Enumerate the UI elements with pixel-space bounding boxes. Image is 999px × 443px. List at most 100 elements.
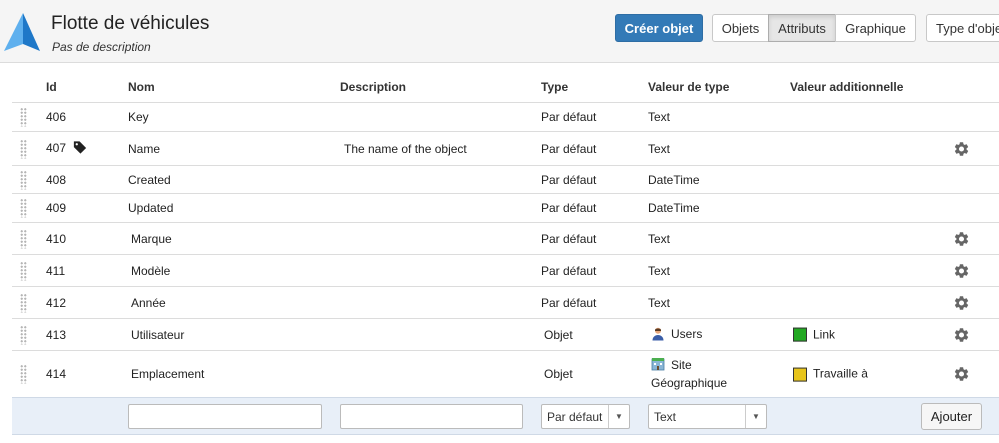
chevron-down-icon: ▼: [608, 405, 629, 428]
attribute-name: Updated: [128, 201, 174, 215]
color-swatch: [793, 327, 807, 342]
column-header-type-value: Valeur de type: [648, 80, 730, 94]
attribute-name: Année: [131, 295, 166, 310]
attribute-id-text: 410: [46, 231, 67, 246]
attribute-id-text: 414: [46, 367, 67, 381]
attribute-id: 412: [46, 296, 66, 310]
attribute-id: 414: [46, 367, 66, 381]
attribute-type-value: Text: [648, 263, 671, 278]
table-row[interactable]: 410 Marque Par défaut Text: [12, 222, 999, 254]
attribute-type: Objet: [544, 367, 573, 381]
attribute-type: Objet: [544, 327, 573, 342]
page-subtitle: Pas de description: [52, 40, 151, 54]
drag-handle-icon[interactable]: [20, 293, 27, 312]
attribute-id-text: 413: [46, 327, 67, 342]
app-logo-icon: [4, 13, 40, 51]
table-row[interactable]: 414 Emplacement Objet Site Géographique Trav…: [12, 350, 999, 397]
gear-icon[interactable]: [953, 140, 970, 157]
gear-icon[interactable]: [953, 262, 970, 279]
add-attribute-row: Par défaut ▼ Text ▼ Ajouter: [12, 397, 999, 435]
attribute-type: Par défaut: [541, 295, 597, 310]
attribute-additional-value: Travaille à: [793, 367, 868, 382]
attribute-type-value: Text: [648, 110, 671, 124]
tab-attributes[interactable]: Attributs: [768, 14, 836, 42]
column-header-id: Id: [46, 80, 57, 94]
create-object-button[interactable]: Créer objet: [615, 14, 703, 42]
attribute-type-value: DateTime: [648, 172, 700, 187]
attribute-type: Par défaut: [541, 110, 597, 124]
drag-handle-icon[interactable]: [20, 139, 27, 158]
attribute-id: 410: [46, 232, 66, 246]
drag-handle-icon[interactable]: [20, 107, 27, 127]
attribute-type: Par défaut: [541, 201, 597, 215]
column-header-description: Description: [340, 80, 407, 94]
drag-handle-icon[interactable]: [20, 261, 27, 280]
attribute-type: Par défaut: [541, 263, 597, 278]
chevron-down-icon: ▼: [745, 405, 766, 428]
new-attribute-name-input[interactable]: [128, 404, 322, 429]
attribute-additional-value: Link: [793, 327, 835, 342]
additional-value-text: Travaille à: [813, 366, 868, 381]
attribute-type: Par défaut: [541, 231, 597, 246]
attribute-name: Created: [128, 172, 171, 187]
attribute-name: Key: [128, 110, 149, 124]
drag-handle-icon[interactable]: [20, 229, 27, 248]
page-header: Flotte de véhicules Pas de description C…: [0, 0, 999, 63]
attribute-type-value: Site Géographique: [651, 357, 751, 391]
attribute-id-text: 407: [46, 140, 67, 155]
drag-handle-icon[interactable]: [20, 325, 27, 344]
attribute-name: Marque: [131, 231, 172, 246]
table-row[interactable]: 412 Année Par défaut Text: [12, 286, 999, 318]
column-header-name: Nom: [128, 80, 155, 94]
table-row[interactable]: 413 Utilisateur Objet Users Link: [12, 318, 999, 350]
attribute-id: 413: [46, 328, 66, 342]
attribute-id-text: 408: [46, 172, 67, 187]
attribute-id-text: 409: [46, 201, 67, 215]
gear-icon[interactable]: [953, 230, 970, 247]
table-row[interactable]: 406 Key Par défaut Text: [12, 102, 999, 131]
drag-handle-icon[interactable]: [20, 364, 27, 384]
gear-icon[interactable]: [953, 366, 970, 383]
type-select-value: Par défaut: [547, 409, 603, 424]
tag-icon: [73, 140, 87, 157]
attribute-id: 406: [46, 110, 66, 124]
attribute-id-text: 406: [46, 110, 67, 124]
attribute-name: Modèle: [131, 263, 171, 278]
attribute-type: Par défaut: [541, 141, 597, 156]
object-type-button[interactable]: Type d'objet: [926, 14, 999, 42]
add-attribute-button[interactable]: Ajouter: [921, 403, 982, 430]
column-header-type: Type: [541, 80, 569, 94]
attribute-type-value: DateTime: [648, 201, 700, 215]
attribute-type-value: Text: [648, 231, 671, 246]
additional-value-text: Link: [813, 327, 836, 342]
new-attribute-type-select[interactable]: Par défaut ▼: [541, 404, 630, 429]
attribute-id-text: 412: [46, 295, 67, 310]
drag-handle-icon[interactable]: [20, 170, 27, 189]
tab-graph[interactable]: Graphique: [835, 14, 916, 42]
table-row[interactable]: 407 Name The name of the object Par défaut…: [12, 131, 999, 165]
attribute-id: 411: [46, 264, 65, 278]
table-row[interactable]: 411 Modèle Par défaut Text: [12, 254, 999, 286]
drag-handle-icon[interactable]: [20, 198, 27, 218]
gear-icon[interactable]: [953, 294, 970, 311]
attribute-type-value: Users: [651, 326, 702, 343]
attribute-name: Emplacement: [131, 367, 205, 381]
tab-objects[interactable]: Objets: [712, 14, 769, 42]
type-value-select-value: Text: [654, 409, 677, 424]
attribute-type-value: Text: [648, 141, 671, 156]
new-attribute-description-input[interactable]: [340, 404, 523, 429]
attribute-id-text: 411: [46, 263, 66, 278]
new-attribute-type-value-select[interactable]: Text ▼: [648, 404, 767, 429]
page-title: Flotte de véhicules: [51, 13, 210, 34]
column-header-additional-value: Valeur additionnelle: [790, 80, 904, 94]
gear-icon[interactable]: [953, 326, 970, 343]
attribute-id: 407: [46, 140, 93, 157]
attribute-name: Utilisateur: [131, 327, 185, 342]
building-icon: [651, 357, 665, 375]
attribute-type-value: Text: [648, 295, 671, 310]
table-row[interactable]: 409 Updated Par défaut DateTime: [12, 193, 999, 222]
attribute-id: 408: [46, 173, 66, 187]
table-row[interactable]: 408 Created Par défaut DateTime: [12, 165, 999, 193]
type-value-text: Users: [671, 326, 703, 341]
color-swatch: [793, 367, 807, 382]
